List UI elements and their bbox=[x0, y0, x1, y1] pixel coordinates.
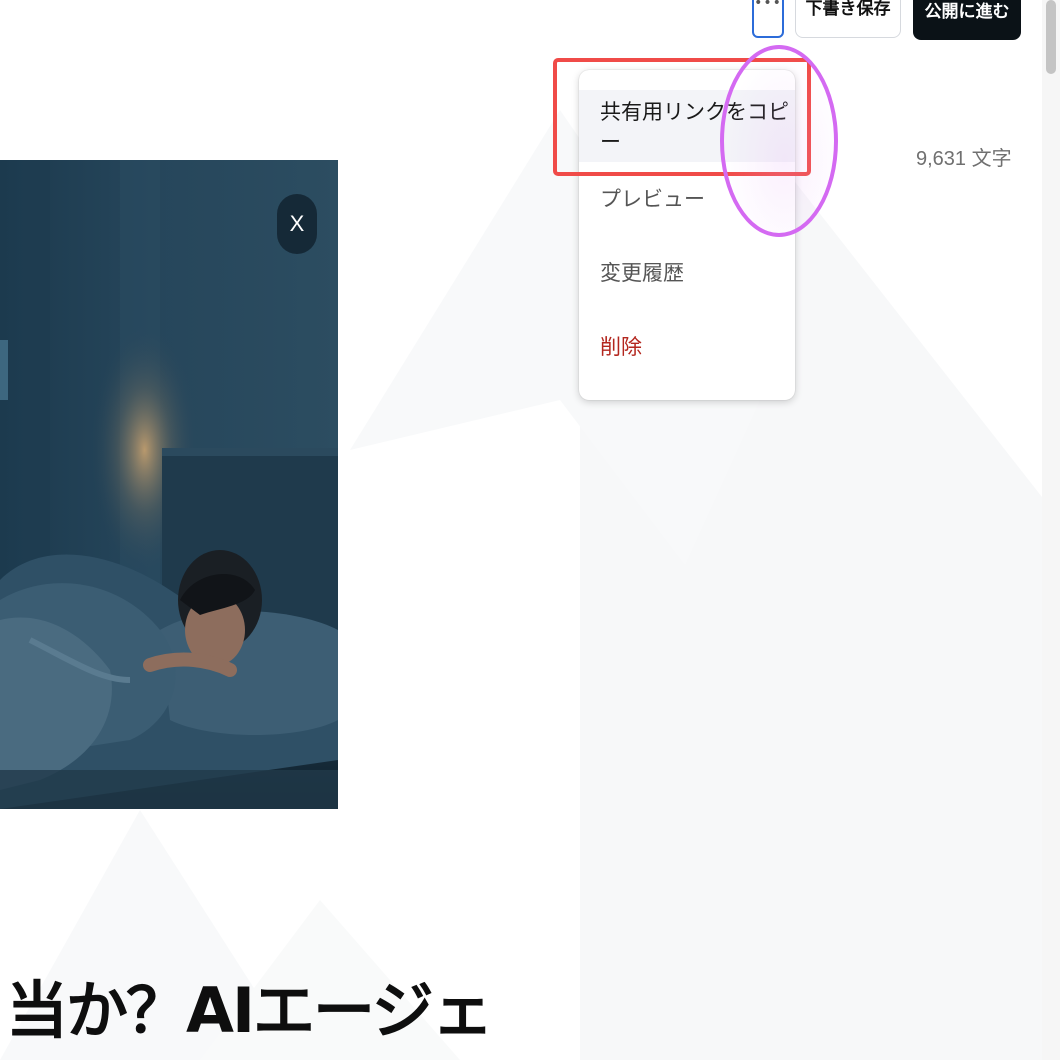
menu-item-delete[interactable]: 削除 bbox=[579, 310, 795, 382]
article-image bbox=[0, 160, 338, 809]
more-options-button[interactable]: ••• bbox=[752, 0, 784, 38]
page-scrollbar[interactable] bbox=[1042, 0, 1060, 1060]
character-count: 9,631 文字 bbox=[916, 148, 1012, 170]
menu-item-preview[interactable]: プレビュー bbox=[579, 162, 795, 234]
more-horizontal-icon: ••• bbox=[754, 0, 782, 11]
scrollbar-thumb[interactable] bbox=[1046, 0, 1056, 74]
more-options-menu: 共有用リンクをコピー プレビュー 変更履歴 削除 bbox=[579, 70, 795, 400]
remove-image-button[interactable]: X bbox=[277, 194, 317, 254]
menu-item-change-history[interactable]: 変更履歴 bbox=[579, 236, 795, 308]
save-draft-button[interactable]: 下書き保存 bbox=[795, 0, 901, 38]
publish-button[interactable]: 公開に進む bbox=[913, 0, 1021, 40]
sleeping-person-illustration bbox=[0, 160, 338, 809]
editor-page: ••• 下書き保存 公開に進む 9,631 文字 X 当か？AIエージェ 共有用… bbox=[0, 0, 1060, 1060]
article-heading[interactable]: 当か？AIエージェ bbox=[6, 960, 494, 1050]
menu-item-copy-share-link[interactable]: 共有用リンクをコピー bbox=[579, 90, 795, 162]
